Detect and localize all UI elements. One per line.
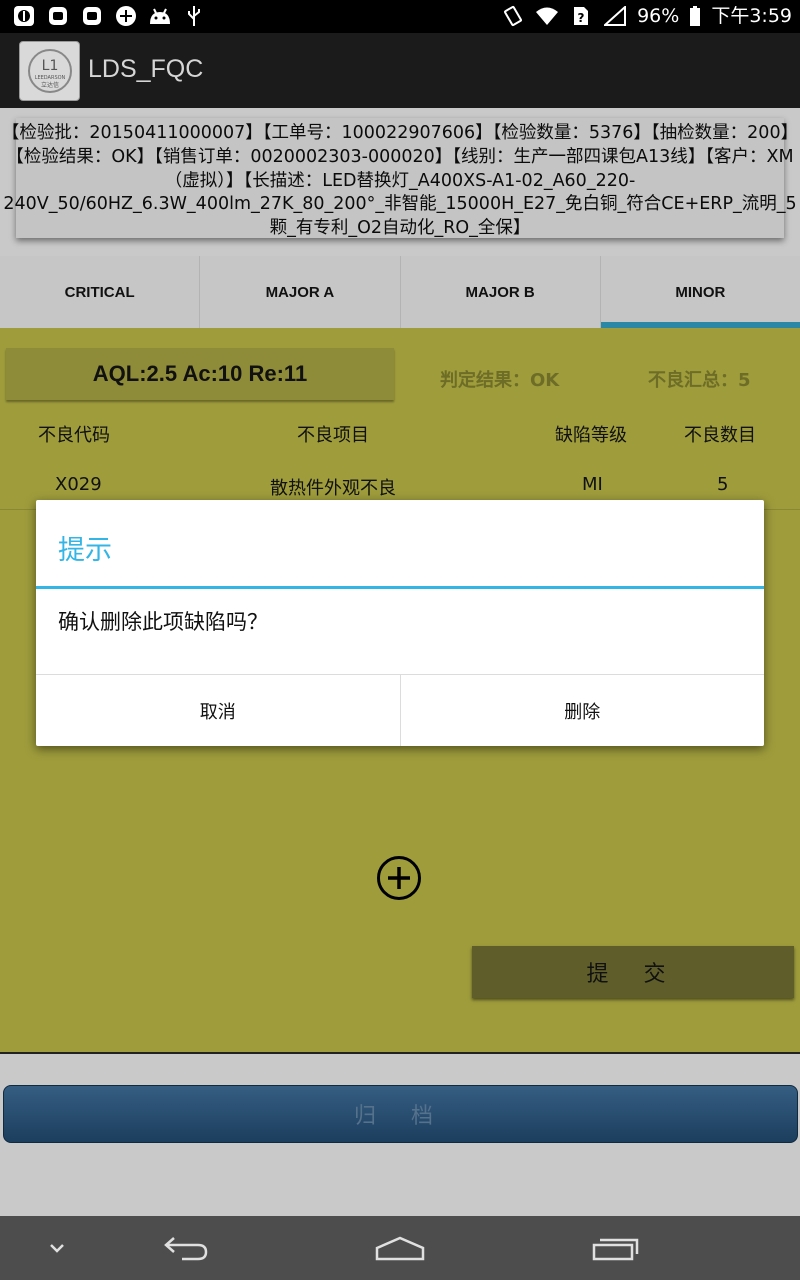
app-notification-icon <box>46 5 70 27</box>
home-icon <box>375 1236 425 1261</box>
tab-minor[interactable]: MINOR <box>600 256 800 328</box>
tab-label: MAJOR B <box>465 283 535 301</box>
chevron-down-icon <box>50 1244 64 1253</box>
column-header-level: 缺陷等级 <box>555 425 627 446</box>
add-defect-button[interactable] <box>377 856 421 900</box>
inspection-info-panel: 【检验批：20150411000007】【工单号：100022907606】【检… <box>2 118 798 238</box>
sync-icon <box>114 5 138 27</box>
app-title: LDS_FQC <box>88 55 204 83</box>
cell-count: 5 <box>717 474 729 495</box>
plus-icon <box>388 867 410 889</box>
vpn-key-icon <box>12 5 36 27</box>
system-icons: ? 96% 下午3:59 <box>501 4 792 28</box>
back-icon <box>164 1237 208 1261</box>
usb-icon <box>182 5 206 27</box>
recent-apps-icon <box>592 1238 639 1261</box>
dialog-buttons: 取消 删除 <box>36 674 764 746</box>
svg-text:LEEDARSON: LEEDARSON <box>34 75 65 81</box>
judge-result: 判定结果：OK <box>440 370 560 391</box>
svg-text:立达信: 立达信 <box>40 81 58 89</box>
column-header-count: 不良数目 <box>684 425 756 446</box>
dialog-message: 确认删除此项缺陷吗？ <box>58 610 268 634</box>
android-icon <box>148 5 172 27</box>
aql-info: AQL:2.5 Ac:10 Re:11 <box>6 348 394 400</box>
action-bar: L1 LEEDARSON 立达信 LDS_FQC <box>0 33 800 108</box>
submit-button[interactable]: 提 交 <box>472 946 794 998</box>
signal-icon <box>603 5 627 27</box>
tab-label: MAJOR A <box>265 283 335 301</box>
severity-tabs: CRITICAL MAJOR A MAJOR B MINOR <box>0 256 800 328</box>
cancel-button[interactable]: 取消 <box>36 675 401 746</box>
wifi-icon <box>535 5 559 27</box>
sim-icon: ? <box>569 5 593 27</box>
inspection-info-text: 【检验批：20150411000007】【工单号：100022907606】【检… <box>1 123 799 239</box>
tab-critical[interactable]: CRITICAL <box>0 256 201 328</box>
tab-major-a[interactable]: MAJOR A <box>200 256 401 328</box>
navigation-bar <box>0 1216 800 1280</box>
column-header-code: 不良代码 <box>38 425 110 446</box>
clock: 下午3:59 <box>711 5 792 27</box>
status-bar: ? 96% 下午3:59 <box>0 0 800 33</box>
app-notification-icon-2 <box>80 5 104 27</box>
tab-label: CRITICAL <box>64 283 135 301</box>
dialog-title: 提示 <box>58 535 112 566</box>
dialog-title-divider <box>36 586 764 589</box>
delete-button[interactable]: 删除 <box>401 675 765 746</box>
defect-summary: 不良汇总：5 <box>648 370 751 391</box>
cell-code: X029 <box>55 474 102 495</box>
confirm-delete-dialog: 提示 确认删除此项缺陷吗？ 取消 删除 <box>36 500 764 746</box>
back-button[interactable] <box>160 1228 212 1268</box>
notification-icons <box>12 5 206 27</box>
cell-item: 散热件外观不良 <box>270 478 396 499</box>
cell-level: MI <box>582 474 603 495</box>
vibrate-icon <box>501 5 525 27</box>
app-logo[interactable]: L1 LEEDARSON 立达信 <box>19 41 80 101</box>
hide-keyboard-button[interactable] <box>40 1228 74 1268</box>
svg-text:?: ? <box>578 11 585 25</box>
home-button[interactable] <box>372 1228 428 1268</box>
svg-text:L1: L1 <box>41 58 58 74</box>
tab-major-b[interactable]: MAJOR B <box>401 256 601 328</box>
battery-level: 96% <box>637 5 680 27</box>
column-header-item: 不良项目 <box>297 425 369 446</box>
battery-icon <box>689 5 701 27</box>
archive-button[interactable]: 归 档 <box>3 1085 798 1143</box>
recent-apps-button[interactable] <box>588 1228 642 1268</box>
tab-label: MINOR <box>675 283 726 301</box>
